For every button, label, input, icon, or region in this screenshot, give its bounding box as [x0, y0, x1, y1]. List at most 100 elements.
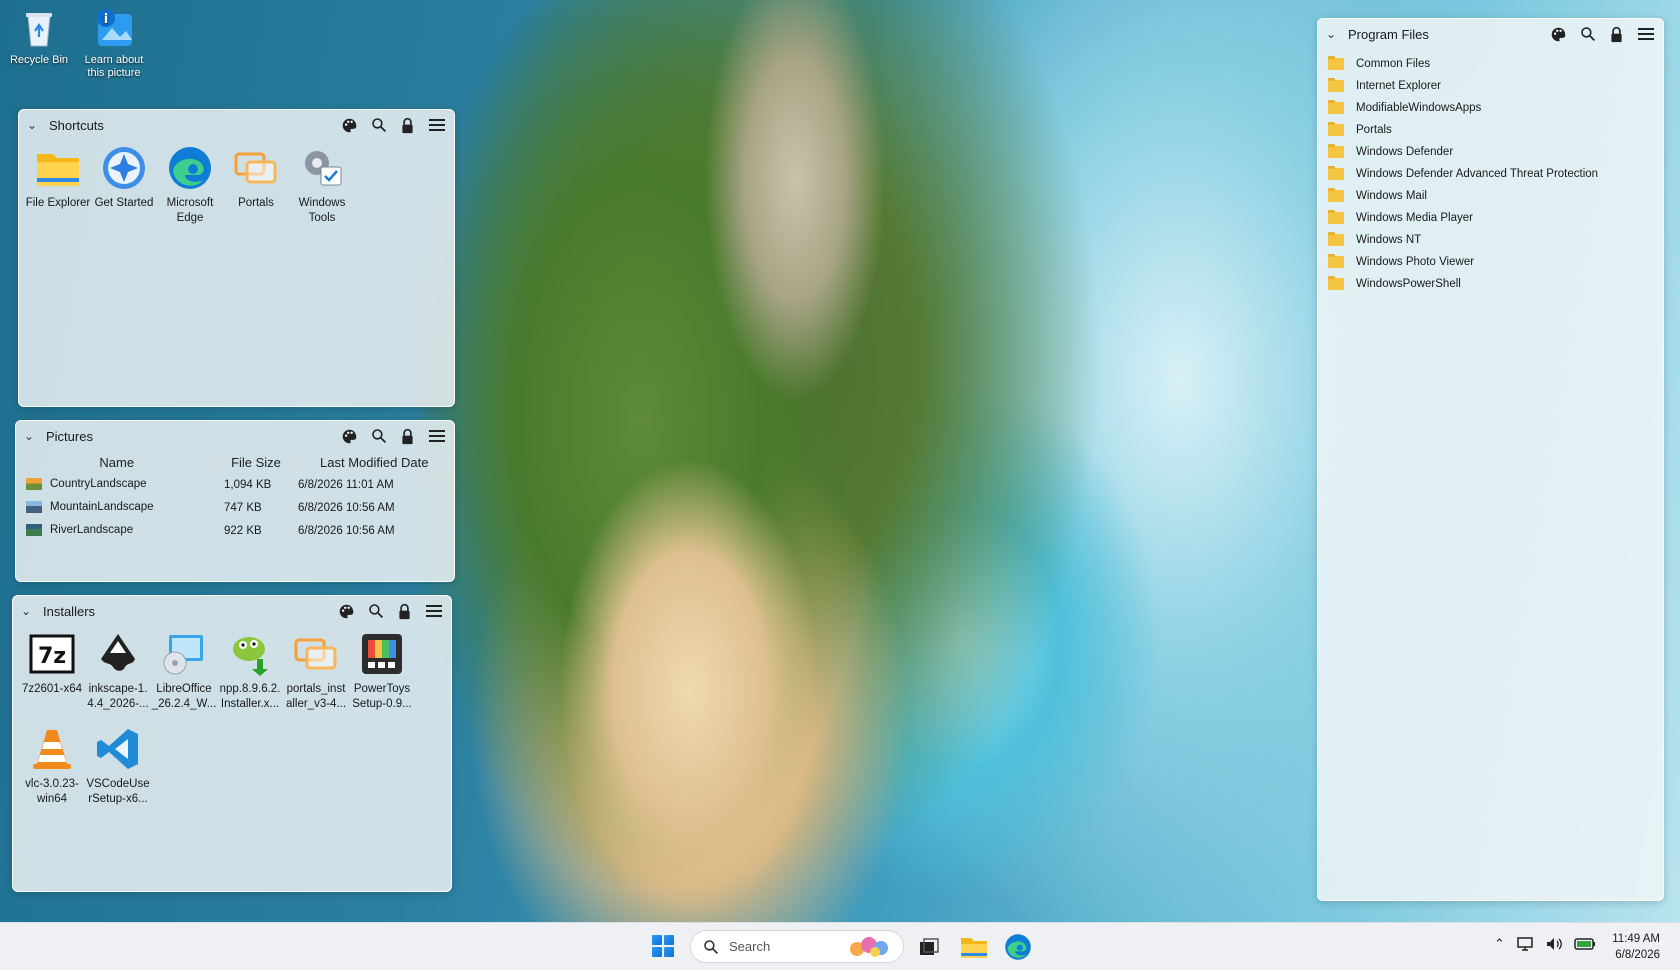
palette-icon[interactable] — [337, 602, 356, 621]
battery-icon[interactable] — [1574, 937, 1596, 951]
taskbar-task-view[interactable] — [914, 932, 944, 962]
menu-icon[interactable] — [1636, 25, 1655, 44]
shortcut-label: Get Started — [94, 197, 154, 209]
landscape-thumbnail-icon — [26, 524, 42, 537]
menu-icon[interactable] — [424, 602, 443, 621]
folder-item-common-files[interactable]: Common Files — [1328, 53, 1663, 75]
fence-program-files[interactable]: ⌄ Program Files Common Files Internet Ex… — [1317, 18, 1664, 901]
folder-item-windows-nt[interactable]: Windows NT — [1328, 229, 1663, 251]
file-size: 1,094 KB — [224, 478, 272, 491]
palette-icon[interactable] — [340, 116, 359, 135]
installer-portals[interactable]: portals_inst aller_v3-4... — [283, 628, 349, 723]
shortcut-windows-tools[interactable]: Windows Tools — [289, 142, 355, 237]
volume-icon[interactable] — [1545, 936, 1563, 952]
folder-item-windows-defender-atp[interactable]: Windows Defender Advanced Threat Protect… — [1328, 163, 1663, 185]
palette-icon[interactable] — [1549, 25, 1568, 44]
fence-pictures[interactable]: ⌄ Pictures Name File Size Last Modified … — [15, 420, 455, 582]
shortcut-file-explorer[interactable]: File Explorer — [25, 142, 91, 237]
file-size: 747 KB — [224, 501, 262, 514]
palette-icon[interactable] — [340, 427, 359, 446]
folder-label: Windows NT — [1356, 234, 1422, 246]
clock[interactable]: 11:49 AM 6/8/2026 — [1612, 931, 1660, 963]
chevron-down-icon[interactable]: ⌄ — [21, 604, 37, 618]
table-row[interactable]: CountryLandscape 1,094 KB 6/8/2026 11:01… — [16, 473, 454, 496]
lock-icon[interactable] — [395, 602, 414, 621]
shortcut-microsoft-edge[interactable]: Microsoft Edge — [157, 142, 223, 237]
search-placeholder: Search — [729, 939, 771, 954]
table-row[interactable]: MountainLandscape 747 KB 6/8/2026 10:56 … — [16, 496, 454, 519]
shortcut-portals[interactable]: Portals — [223, 142, 289, 237]
desktop-icon-recycle-bin[interactable]: Recycle Bin — [0, 6, 78, 67]
wallpaper-rock — [700, 0, 890, 430]
installer-label: PowerToys Setup-0.9... — [352, 683, 412, 710]
installer-vlc[interactable]: vlc-3.0.23- win64 — [19, 723, 85, 818]
folder-icon — [1328, 56, 1344, 70]
folder-icon — [1328, 100, 1344, 114]
folder-item-windows-media-player[interactable]: Windows Media Player — [1328, 207, 1663, 229]
folder-icon — [1328, 210, 1344, 224]
installer-vscode[interactable]: VSCodeUse rSetup-x6... — [85, 723, 151, 818]
fence-shortcuts[interactable]: ⌄ Shortcuts File Explorer Get Started Mi… — [18, 109, 455, 407]
installer-label: VSCodeUse rSetup-x6... — [86, 778, 150, 805]
chevron-up-icon[interactable]: ⌃ — [1494, 936, 1505, 952]
folder-label: Common Files — [1356, 58, 1431, 70]
chevron-down-icon[interactable]: ⌄ — [24, 429, 40, 443]
start-button[interactable] — [652, 935, 674, 957]
folder-icon — [1328, 188, 1344, 202]
folder-item-internet-explorer[interactable]: Internet Explorer — [1328, 75, 1663, 97]
svg-text:i: i — [104, 12, 108, 27]
installer-libreoffice[interactable]: LibreOffice _26.2.4_W... — [151, 628, 217, 723]
folder-icon — [1328, 122, 1344, 136]
search-icon[interactable] — [369, 116, 388, 135]
network-icon[interactable] — [1516, 936, 1534, 952]
column-header-last-modified[interactable]: Last Modified Date — [294, 451, 454, 473]
installer-inkscape[interactable]: inkscape-1. 4.4_2026-... — [85, 628, 151, 723]
menu-icon[interactable] — [427, 116, 446, 135]
menu-icon[interactable] — [427, 427, 446, 446]
lock-icon[interactable] — [398, 427, 417, 446]
installer-7zip[interactable]: 7z 7z2601-x64 — [19, 628, 85, 723]
desktop-icon-learn-about-picture[interactable]: i Learn about this picture — [75, 6, 153, 80]
chevron-down-icon[interactable]: ⌄ — [1326, 27, 1342, 41]
folder-label: Windows Defender — [1356, 146, 1454, 158]
search-icon[interactable] — [366, 602, 385, 621]
file-name: CountryLandscape — [50, 478, 147, 491]
chevron-down-icon[interactable]: ⌄ — [27, 118, 43, 132]
clock-time: 11:49 AM — [1612, 933, 1660, 945]
folder-item-windows-mail[interactable]: Windows Mail — [1328, 185, 1663, 207]
column-header-file-size[interactable]: File Size — [218, 451, 295, 473]
folder-item-windows-photo-viewer[interactable]: Windows Photo Viewer — [1328, 251, 1663, 273]
taskbar-file-explorer[interactable] — [959, 932, 989, 962]
lock-icon[interactable] — [398, 116, 417, 135]
folder-item-portals[interactable]: Portals — [1328, 119, 1663, 141]
shortcut-label: File Explorer — [25, 197, 91, 209]
search-icon[interactable] — [369, 427, 388, 446]
folder-item-windows-powershell[interactable]: WindowsPowerShell — [1328, 273, 1663, 295]
file-name: MountainLandscape — [50, 501, 154, 514]
lock-icon[interactable] — [1607, 25, 1626, 44]
taskbar-edge[interactable] — [1003, 932, 1033, 962]
fence-title: Program Files — [1348, 26, 1429, 42]
folder-item-modifiable-windows-apps[interactable]: ModifiableWindowsApps — [1328, 97, 1663, 119]
folder-icon — [1328, 276, 1344, 290]
taskbar-search[interactable]: Search — [690, 930, 904, 963]
file-explorer-icon — [34, 144, 82, 192]
search-icon[interactable] — [1578, 25, 1597, 44]
installer-label: vlc-3.0.23- win64 — [25, 778, 79, 805]
column-header-name[interactable]: Name — [16, 451, 219, 473]
shortcut-get-started[interactable]: Get Started — [91, 142, 157, 237]
fence-title: Pictures — [46, 428, 93, 444]
taskbar: Search ⌃ 11:49 AM 6/8/2026 — [0, 922, 1680, 970]
folder-item-windows-defender[interactable]: Windows Defender — [1328, 141, 1663, 163]
installer-powertoys[interactable]: PowerToys Setup-0.9... — [349, 628, 415, 723]
installer-notepad-plus-plus[interactable]: npp.8.9.6.2. Installer.x... — [217, 628, 283, 723]
fence-header: ⌄ Installers — [13, 596, 451, 626]
shortcut-label: Portals — [238, 197, 274, 209]
portals-icon — [232, 144, 280, 192]
libreoffice-installer-icon — [160, 630, 208, 678]
fence-installers[interactable]: ⌄ Installers 7z 7z2601-x64 inkscape-1. 4… — [12, 595, 452, 892]
fence-title: Installers — [43, 603, 96, 619]
installer-label: 7z2601-x64 — [21, 683, 83, 695]
desktop-icon-label: Recycle Bin — [9, 54, 69, 66]
table-row[interactable]: RiverLandscape 922 KB 6/8/2026 10:56 AM — [16, 519, 454, 542]
